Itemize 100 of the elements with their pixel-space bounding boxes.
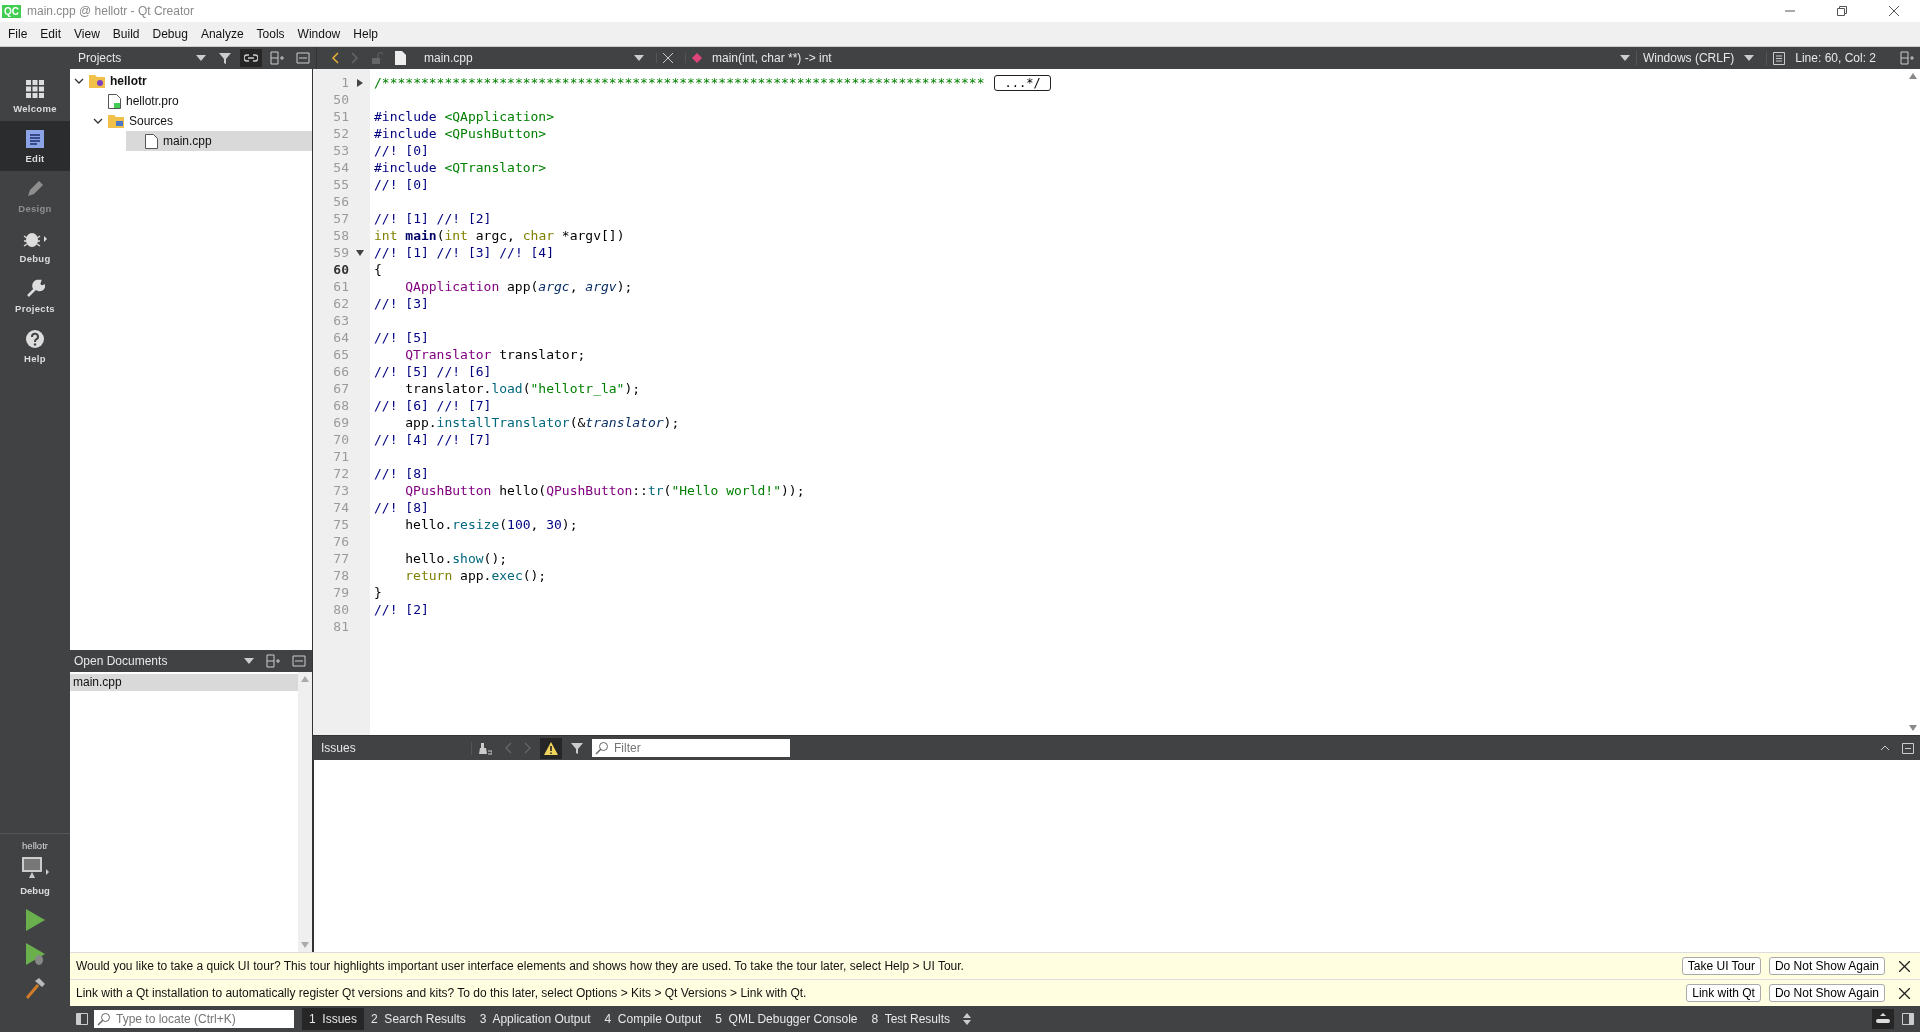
close-pane-icon[interactable] <box>296 52 310 64</box>
code-line: //! [3] <box>374 296 429 311</box>
cursor-position[interactable]: Line: 60, Col: 2 <box>1791 51 1880 65</box>
split-icon[interactable] <box>1900 51 1914 65</box>
locator-field[interactable]: Type to locate (Ctrl+K) <box>114 1010 294 1028</box>
info-button[interactable]: Take UI Tour <box>1681 957 1761 975</box>
line-number: 1 <box>340 75 349 90</box>
menu-item[interactable]: Build <box>106 27 146 41</box>
output-pane-tab[interactable]: 3 Application Output <box>472 1008 598 1030</box>
info-button[interactable]: Link with Qt <box>1686 984 1761 1002</box>
debug-run-icon[interactable] <box>24 942 46 966</box>
line-number: 81 <box>332 619 349 634</box>
document-icon <box>25 128 45 149</box>
info-button[interactable]: Do Not Show Again <box>1768 957 1885 975</box>
fold-arrow-icon[interactable] <box>356 78 363 87</box>
sidebar-toggle-icon[interactable] <box>76 1013 88 1025</box>
fold-arrow-icon[interactable] <box>355 249 364 256</box>
menu-item[interactable]: Debug <box>146 27 194 41</box>
wrench-icon <box>25 278 45 299</box>
mode-tab[interactable]: Help <box>0 321 70 371</box>
filter-icon[interactable] <box>570 741 584 755</box>
projects-view-selector[interactable]: Projects <box>74 51 126 65</box>
dropdown-arrow-icon[interactable] <box>1744 55 1755 61</box>
filter-icon[interactable] <box>218 51 232 65</box>
document-icon[interactable] <box>1766 51 1786 65</box>
tree-item[interactable]: main.cpp <box>126 131 312 151</box>
scroll-up-icon[interactable] <box>1909 73 1917 79</box>
close-pane-icon[interactable] <box>292 655 306 667</box>
split-icon[interactable] <box>270 51 284 65</box>
output-pane-tab[interactable]: 1 Issues <box>302 1008 365 1030</box>
build-config[interactable]: Debug <box>20 885 50 896</box>
line-number: 79 <box>332 585 349 600</box>
tree-item[interactable]: Sources <box>70 111 312 131</box>
help-icon <box>25 328 45 349</box>
restore-icon[interactable] <box>1836 5 1848 17</box>
info-message: Would you like to take a quick UI tour? This tour highlights important user interface elements and shows how they are used. To take the tour later, select Help > UI Tour. <box>76 959 964 973</box>
filter-field[interactable]: Filter <box>612 739 790 757</box>
code-line: int main(int argc, char *argv[]) <box>374 228 625 243</box>
split-icon[interactable] <box>266 654 280 668</box>
folded-block[interactable]: ...*/ <box>994 75 1051 91</box>
up-down-arrows-icon[interactable] <box>963 1013 971 1025</box>
document-selector[interactable]: main.cpp <box>412 51 628 65</box>
close-pane-icon[interactable] <box>1902 742 1914 754</box>
close-icon[interactable] <box>1899 987 1910 999</box>
menu-item[interactable]: File <box>0 27 34 41</box>
close-icon[interactable] <box>1888 5 1900 17</box>
code-line: QPushButton hello(QPushButton::tr("Hello world!")); <box>404 483 805 498</box>
target-project: hellotr <box>22 840 48 851</box>
menu-item[interactable]: Help <box>347 27 384 41</box>
sidebar-toggle-icon[interactable] <box>1902 1013 1914 1025</box>
run-icon[interactable] <box>24 908 46 932</box>
monitor-icon[interactable] <box>20 856 50 880</box>
code-line: //! [0] <box>374 177 429 192</box>
open-document-item[interactable]: main.cpp <box>70 674 298 691</box>
menu-item[interactable]: Analyze <box>194 27 250 41</box>
line-number: 52 <box>332 126 349 141</box>
output-pane-tab[interactable]: 8 Test Results <box>864 1008 957 1030</box>
hammer-icon[interactable] <box>24 976 46 1000</box>
code-line: //! [4] //! [7] <box>374 432 492 447</box>
dropdown-arrow-icon[interactable] <box>196 55 206 61</box>
chevron-icon[interactable] <box>93 116 103 126</box>
code-line: #include <QApplication> <box>374 109 555 124</box>
dropdown-arrow-icon[interactable] <box>634 55 644 61</box>
grid-icon <box>25 78 45 99</box>
search-icon[interactable] <box>592 739 612 757</box>
diamond-icon <box>685 53 702 63</box>
code-line: #include <QPushButton> <box>374 126 547 141</box>
output-pane-tab[interactable]: 5 QML Debugger Console <box>708 1008 865 1030</box>
output-pane-tab[interactable]: 2 Search Results <box>364 1008 473 1030</box>
line-number: 57 <box>332 211 349 226</box>
tree-item[interactable]: hellotr.pro <box>70 91 312 111</box>
search-icon[interactable] <box>94 1010 114 1028</box>
tree-item[interactable]: hellotr <box>70 71 312 91</box>
line-number: 76 <box>332 534 349 549</box>
back-icon[interactable] <box>331 52 339 64</box>
close-icon[interactable] <box>1899 960 1910 972</box>
chevron-icon[interactable] <box>74 76 84 86</box>
pencil-icon <box>25 178 45 199</box>
symbol-selector[interactable]: main(int, char **) -> int <box>708 51 836 65</box>
mode-tab[interactable]: Edit <box>0 121 70 171</box>
mode-tab[interactable]: Welcome <box>0 71 70 121</box>
line-ending-selector[interactable]: Windows (CRLF) <box>1635 51 1739 65</box>
output-pane-tab[interactable]: 4 Compile Output <box>597 1008 709 1030</box>
dropdown-arrow-icon[interactable] <box>1619 55 1630 61</box>
mode-tab[interactable]: Debug <box>0 221 70 271</box>
menu-item[interactable]: View <box>68 27 106 41</box>
maximize-icon[interactable] <box>1880 745 1890 751</box>
window-title: main.cpp @ hellotr - Qt Creator <box>27 4 194 18</box>
menu-item[interactable]: Window <box>291 27 347 41</box>
menu-item[interactable]: Tools <box>250 27 291 41</box>
dropdown-arrow-icon[interactable] <box>244 658 254 664</box>
line-number: 56 <box>332 194 349 209</box>
close-document-icon[interactable] <box>656 53 673 63</box>
code-line: //! [8] <box>374 466 429 481</box>
scroll-down-icon[interactable] <box>1909 725 1917 731</box>
info-button[interactable]: Do Not Show Again <box>1768 984 1885 1002</box>
menu-item[interactable]: Edit <box>34 27 68 41</box>
link-icon[interactable] <box>240 49 262 67</box>
mode-tab[interactable]: Projects <box>0 271 70 321</box>
warning-icon[interactable] <box>540 737 562 759</box>
